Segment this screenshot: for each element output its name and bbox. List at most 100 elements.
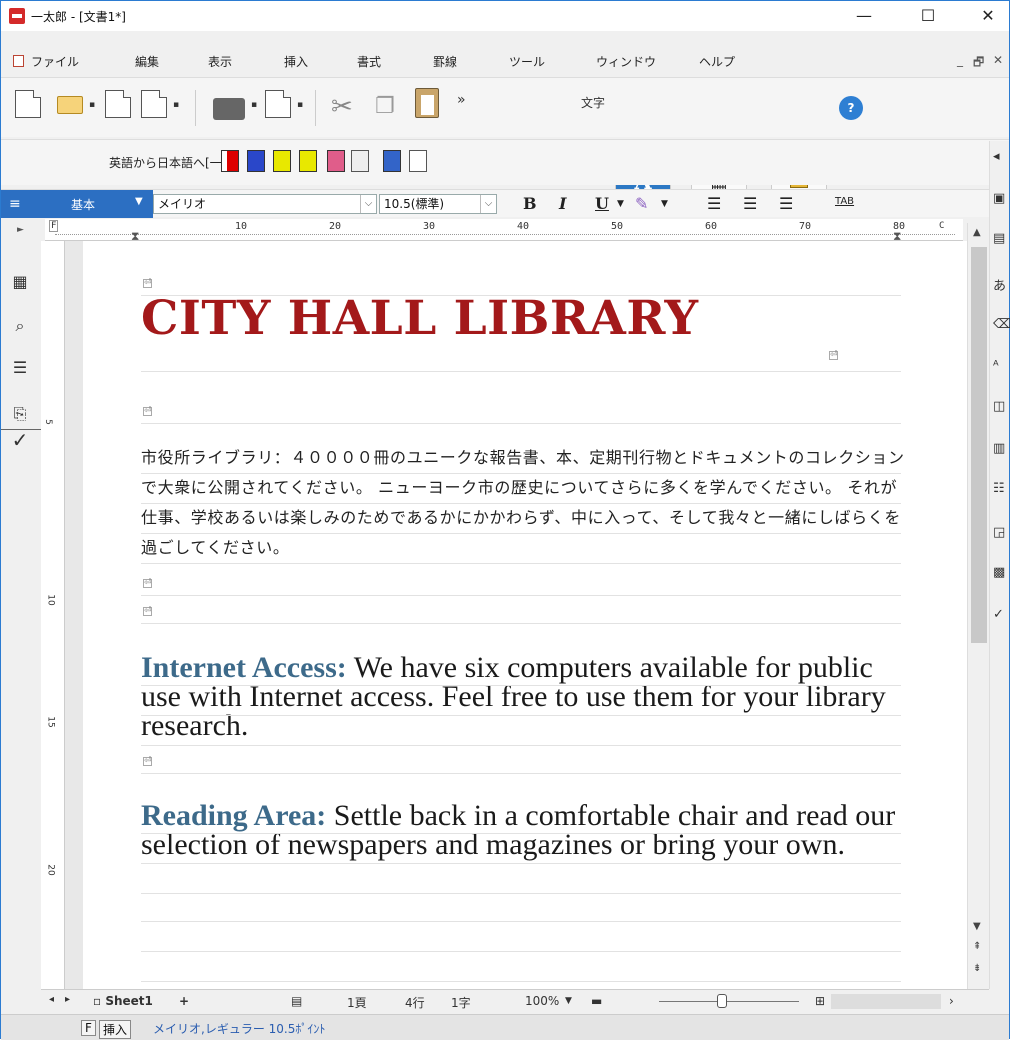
zoom-out-icon[interactable]: ▬ [591, 994, 602, 1008]
palette-collapse-icon[interactable]: ◂ [993, 149, 1009, 165]
open-dropdown-icon[interactable]: ▪ [89, 100, 95, 110]
scroll-down-arrow[interactable]: ▼ [973, 921, 981, 932]
ruler-left-corner[interactable]: F [49, 220, 59, 232]
font-dropdown-icon[interactable]: ⌵ [360, 195, 376, 213]
palette-frame-icon[interactable]: ◲ [993, 525, 1009, 541]
cut-icon[interactable]: ✂ [331, 92, 353, 122]
toolbar-more-button[interactable]: » [457, 92, 466, 108]
zoom-slider-knob[interactable] [717, 994, 727, 1008]
translate-all-icon[interactable] [247, 150, 265, 172]
paste-icon[interactable] [415, 88, 439, 118]
highlight-dropdown-icon[interactable]: ▼ [661, 199, 668, 209]
menu-ruled-lines[interactable]: 罫線 [433, 53, 457, 70]
minimize-button[interactable]: — [841, 1, 887, 31]
thumbnail-view-icon[interactable]: ▦ [11, 273, 29, 291]
align-right-icon[interactable]: ☰ [779, 194, 793, 213]
clipboard-icon[interactable]: ⎘ [11, 405, 29, 423]
highlight-icon[interactable]: ✎ [635, 194, 648, 213]
palette-list-icon[interactable]: ☷ [993, 481, 1009, 497]
menu-help[interactable]: ヘルプ [699, 53, 735, 70]
zoom-level[interactable]: 100% [525, 994, 559, 1008]
section-reading-area[interactable]: Reading Area: Settle back in a comfortab… [141, 801, 911, 860]
page-down-icon[interactable]: ⇟ [973, 963, 981, 974]
document-canvas[interactable]: ⏎ CITY HALL LIBRARY ⏎ ⏎ 市役所ライブラリ：４００００冊の… [65, 241, 967, 989]
save-icon[interactable] [105, 90, 131, 118]
horizontal-scrollbar[interactable] [831, 994, 941, 1009]
sheet-tab[interactable]: ▫ Sheet1 [93, 994, 153, 1008]
tab-button[interactable]: TAB [835, 196, 854, 207]
ichitaro-app-icon[interactable] [9, 8, 25, 24]
move-down-icon[interactable] [299, 150, 317, 172]
dictionary-help-icon[interactable] [409, 150, 427, 172]
underline-dropdown-icon[interactable]: ▼ [617, 199, 624, 209]
dictionary-lookup-icon[interactable] [327, 150, 345, 172]
menu-tools[interactable]: ツール [509, 53, 545, 70]
save-as-icon[interactable] [141, 90, 167, 118]
insert-mode-indicator[interactable]: 挿入 [99, 1020, 132, 1039]
align-left-icon[interactable]: ☰ [707, 194, 721, 213]
sheet-next-icon[interactable]: ▸ [65, 994, 70, 1005]
vertical-scrollbar[interactable]: ▲ ▼ ⇞ ⇟ [967, 223, 989, 989]
horizontal-ruler[interactable]: F ⧗ ⧗ 10 20 30 40 50 60 70 80 C [45, 219, 963, 243]
palette-notes-icon[interactable]: ▥ [993, 441, 1009, 457]
scroll-up-arrow[interactable]: ▲ [973, 227, 981, 238]
zoom-slider-track[interactable] [659, 1001, 799, 1002]
font-size-combo[interactable]: 10.5(標準) ⌵ [379, 194, 497, 214]
palette-check-icon[interactable]: ✓ [993, 607, 1009, 623]
bold-button[interactable]: B [523, 194, 537, 213]
document-page[interactable]: ⏎ CITY HALL LIBRARY ⏎ ⏎ 市役所ライブラリ：４００００冊の… [83, 241, 967, 989]
palette-image-icon[interactable]: ◫ [993, 399, 1009, 415]
scroll-thumb[interactable] [971, 247, 987, 643]
download-icon[interactable] [383, 150, 401, 172]
mdi-close-button[interactable]: ✕ [993, 53, 1003, 67]
palette-eraser-icon[interactable]: ⌫ [993, 317, 1010, 333]
font-size-dropdown-icon[interactable]: ⌵ [480, 195, 496, 213]
style-selector[interactable]: ≡ 基本 ▼ [1, 190, 153, 218]
help-button[interactable]: ? [839, 96, 863, 120]
zoom-in-icon[interactable]: ⊞ [815, 994, 825, 1008]
menu-file[interactable]: ファイル [31, 53, 79, 70]
hscroll-right-icon[interactable]: › [949, 994, 954, 1008]
sheet-prev-icon[interactable]: ◂ [49, 994, 54, 1005]
menu-window[interactable]: ウィンドウ [596, 53, 656, 70]
underline-button[interactable]: U [595, 194, 609, 213]
input-mode-indicator[interactable]: F [81, 1020, 96, 1036]
document-menu-icon[interactable] [13, 55, 24, 67]
page-up-icon[interactable]: ⇞ [973, 941, 981, 952]
left-panel-toggle-icon[interactable]: ► [17, 225, 24, 235]
mdi-restore-button[interactable]: 🗗 [973, 53, 984, 74]
print-dropdown-icon[interactable]: ▪ [251, 100, 257, 110]
palette-layout-icon[interactable]: ▣ [993, 191, 1009, 207]
close-button[interactable]: ✕ [965, 1, 1010, 31]
maximize-button[interactable]: ☐ [905, 1, 951, 31]
ruler-right-corner[interactable]: C [939, 221, 944, 231]
menu-edit[interactable]: 編集 [135, 53, 159, 70]
translate-forward-icon[interactable] [221, 150, 239, 172]
check-icon[interactable]: ✓ [11, 430, 29, 450]
italic-button[interactable]: I [559, 194, 566, 213]
palette-calendar-icon[interactable]: ▤ [993, 231, 1009, 247]
outline-icon[interactable]: ☰ [11, 359, 29, 377]
menu-format[interactable]: 書式 [357, 53, 381, 70]
mdi-minimize-button[interactable]: _ [957, 53, 963, 67]
document-title[interactable]: CITY HALL LIBRARY [141, 291, 699, 346]
translation-mode-label[interactable]: 英語から日本語へ[一般] [109, 154, 238, 171]
align-center-icon[interactable]: ☰ [743, 194, 757, 213]
palette-font-icon[interactable]: ᴬ [993, 359, 1009, 375]
speaker-icon[interactable] [351, 150, 369, 172]
font-combo[interactable]: メイリオ ⌵ [153, 194, 377, 214]
search-icon[interactable]: ⌕ [11, 317, 29, 335]
style-dropdown-icon[interactable]: ▼ [135, 196, 143, 207]
save-dropdown-icon[interactable]: ▪ [173, 100, 179, 110]
new-document-icon[interactable] [15, 90, 41, 118]
print-settings-icon[interactable] [265, 90, 291, 118]
palette-table-icon[interactable]: ▩ [993, 565, 1009, 581]
section-internet-access[interactable]: Internet Access: We have six computers a… [141, 653, 911, 741]
copy-icon[interactable]: ❐ [375, 94, 395, 119]
print-settings-dropdown-icon[interactable]: ▪ [297, 100, 303, 110]
add-sheet-button[interactable]: + [179, 994, 189, 1008]
zoom-dropdown-icon[interactable]: ▼ [565, 996, 572, 1006]
palette-kana-icon[interactable]: あ [993, 275, 1009, 294]
menu-view[interactable]: 表示 [208, 53, 232, 70]
move-up-icon[interactable] [273, 150, 291, 172]
